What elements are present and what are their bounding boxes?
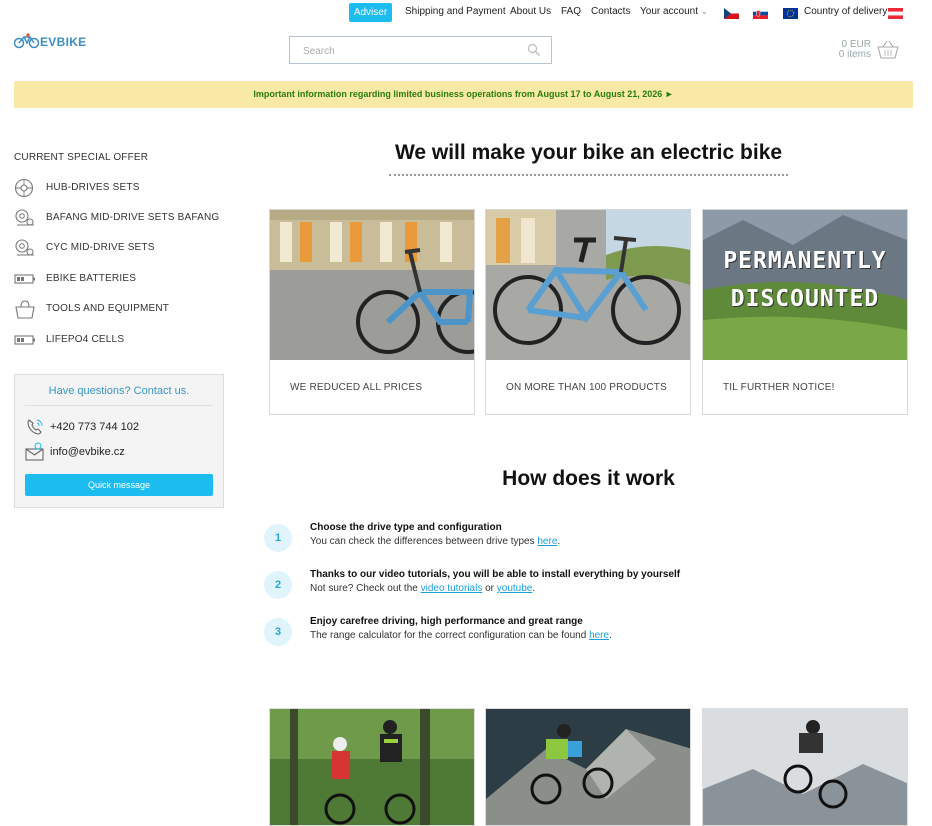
austria-flag-icon[interactable] <box>888 8 903 19</box>
how-title: How does it work <box>502 467 675 490</box>
contact-title: Have questions? Contact us. <box>48 385 190 397</box>
email-address: info@evbike.cz <box>50 446 125 458</box>
step-description: You can check the differences between dr… <box>310 536 560 547</box>
sidebar-item-hub-drives[interactable]: HUB-DRIVES SETS <box>14 178 224 198</box>
top-bar: Adviser Shipping and Payment About Us FA… <box>0 2 932 22</box>
card-caption: WE REDUCED ALL PRICES <box>290 382 423 393</box>
phone-number: +420 773 744 102 <box>50 421 140 433</box>
youtube-link[interactable]: youtube <box>497 583 533 594</box>
shipping-link[interactable]: Shipping and Payment <box>405 3 506 21</box>
cart-items: 0 items <box>838 49 871 60</box>
slovak-flag-icon[interactable] <box>753 8 768 19</box>
search-input[interactable] <box>303 43 513 59</box>
contact-phone[interactable]: +420 773 744 102 <box>25 417 215 437</box>
bag-icon <box>15 300 35 319</box>
sidebar-item-label: EBIKE BATTERIES <box>46 273 137 284</box>
sidebar-item-tools[interactable]: TOOLS AND EQUIPMENT <box>14 299 224 319</box>
eu-flag-icon[interactable] <box>783 8 798 19</box>
title-divider <box>389 174 788 176</box>
video-tutorials-link[interactable]: video tutorials <box>421 583 483 594</box>
contact-box: Have questions? Contact us. +420 773 744… <box>14 374 224 508</box>
mtb-rock-photo[interactable] <box>485 708 691 826</box>
overlay-line-2: DISCOUNTED <box>730 286 880 312</box>
drive-types-link[interactable]: here <box>537 536 557 547</box>
czech-flag-icon[interactable] <box>724 8 739 19</box>
sidebar-item-label: LIFEPO4 CELLS <box>46 334 125 345</box>
range-calculator-link[interactable]: here <box>589 630 609 641</box>
account-label: Your account <box>640 6 699 17</box>
contacts-link[interactable]: Contacts <box>591 3 630 21</box>
promo-card-prices[interactable]: WE REDUCED ALL PRICES <box>269 209 475 415</box>
hub-wheel-icon <box>14 178 34 198</box>
account-link[interactable]: Your account ⌄ <box>640 3 708 21</box>
about-link[interactable]: About Us <box>510 3 551 21</box>
step-text: The range calculator for the correct con… <box>310 630 590 641</box>
search-icon[interactable] <box>527 43 541 57</box>
step-text: or <box>482 583 497 594</box>
step-description: The range calculator for the correct con… <box>310 630 612 641</box>
step-text: . <box>532 583 536 594</box>
mail-icon <box>25 442 44 461</box>
bike-photo <box>486 210 690 360</box>
sidebar-item-bafang[interactable]: BAFANG MID-DRIVE SETS BAFANG <box>14 208 224 228</box>
step-description: Not sure? Check out the video tutorials … <box>310 583 535 594</box>
step-1: 1 Choose the drive type and configuratio… <box>264 522 904 556</box>
mid-drive-icon <box>15 239 34 256</box>
step-2: 2 Thanks to our video tutorials, you wil… <box>264 569 904 603</box>
cart-summary: 0 EUR 0 items <box>839 40 871 60</box>
divider <box>25 405 213 406</box>
mtb-jump-photo[interactable] <box>702 708 908 826</box>
sidebar-item-batteries[interactable]: EBIKE BATTERIES <box>14 269 224 289</box>
chevron-down-icon: ⌄ <box>701 7 708 16</box>
quick-message-button[interactable]: Quick message <box>25 474 213 496</box>
bike-logo-icon <box>14 33 40 49</box>
logo-text: EVBIKE <box>40 35 87 49</box>
step-number: 3 <box>264 618 292 646</box>
sidebar-special-offer[interactable]: CURRENT SPECIAL OFFER <box>14 152 148 163</box>
adviser-button[interactable]: Adviser <box>349 3 392 22</box>
battery-icon <box>14 335 35 345</box>
promo-card-notice[interactable]: PERMANENTLY DISCOUNTED TIL FURTHER NOTIC… <box>702 209 908 415</box>
sidebar-item-label: CYC MID-DRIVE SETS <box>46 242 155 253</box>
riders-photo[interactable] <box>269 708 475 826</box>
step-text: . <box>609 630 612 641</box>
bike-photo <box>270 210 474 360</box>
mountain-photo: PERMANENTLY DISCOUNTED <box>703 210 907 360</box>
step-title: Enjoy carefree driving, high performance… <box>310 616 583 627</box>
step-title: Choose the drive type and configuration <box>310 522 502 533</box>
step-number: 2 <box>264 571 292 599</box>
country-label: Country of delivery <box>804 6 888 17</box>
promo-card-products[interactable]: ON MORE THAN 100 PRODUCTS <box>485 209 691 415</box>
mid-drive-icon <box>15 209 34 226</box>
phone-icon <box>27 419 43 435</box>
card-caption: ON MORE THAN 100 PRODUCTS <box>506 382 667 393</box>
step-title: Thanks to our video tutorials, you will … <box>310 569 681 580</box>
search-box <box>289 36 552 64</box>
overlay-line-1: PERMANENTLY <box>723 248 887 274</box>
step-text: Not sure? Check out the <box>310 583 421 594</box>
card-caption: TIL FURTHER NOTICE! <box>723 382 835 393</box>
sidebar-item-cyc[interactable]: CYC MID-DRIVE SETS <box>14 238 224 258</box>
sidebar-item-label: BAFANG MID-DRIVE SETS BAFANG <box>46 212 220 223</box>
page-title: We will make your bike an electric bike <box>394 141 783 164</box>
battery-icon <box>14 274 35 284</box>
step-text: . <box>557 536 561 547</box>
info-banner[interactable]: Important information regarding limited … <box>14 81 913 108</box>
step-3: 3 Enjoy carefree driving, high performan… <box>264 616 904 650</box>
contact-email[interactable]: info@evbike.cz <box>25 442 215 462</box>
sidebar-item-label: HUB-DRIVES SETS <box>46 182 140 193</box>
step-text: You can check the differences between dr… <box>310 536 538 547</box>
sidebar-item-lifepo4[interactable]: LIFEPO4 CELLS <box>14 330 224 350</box>
sidebar-item-label: TOOLS AND EQUIPMENT <box>46 303 170 314</box>
faq-link[interactable]: FAQ <box>561 3 581 21</box>
step-number: 1 <box>264 524 292 552</box>
basket-icon <box>877 40 899 59</box>
